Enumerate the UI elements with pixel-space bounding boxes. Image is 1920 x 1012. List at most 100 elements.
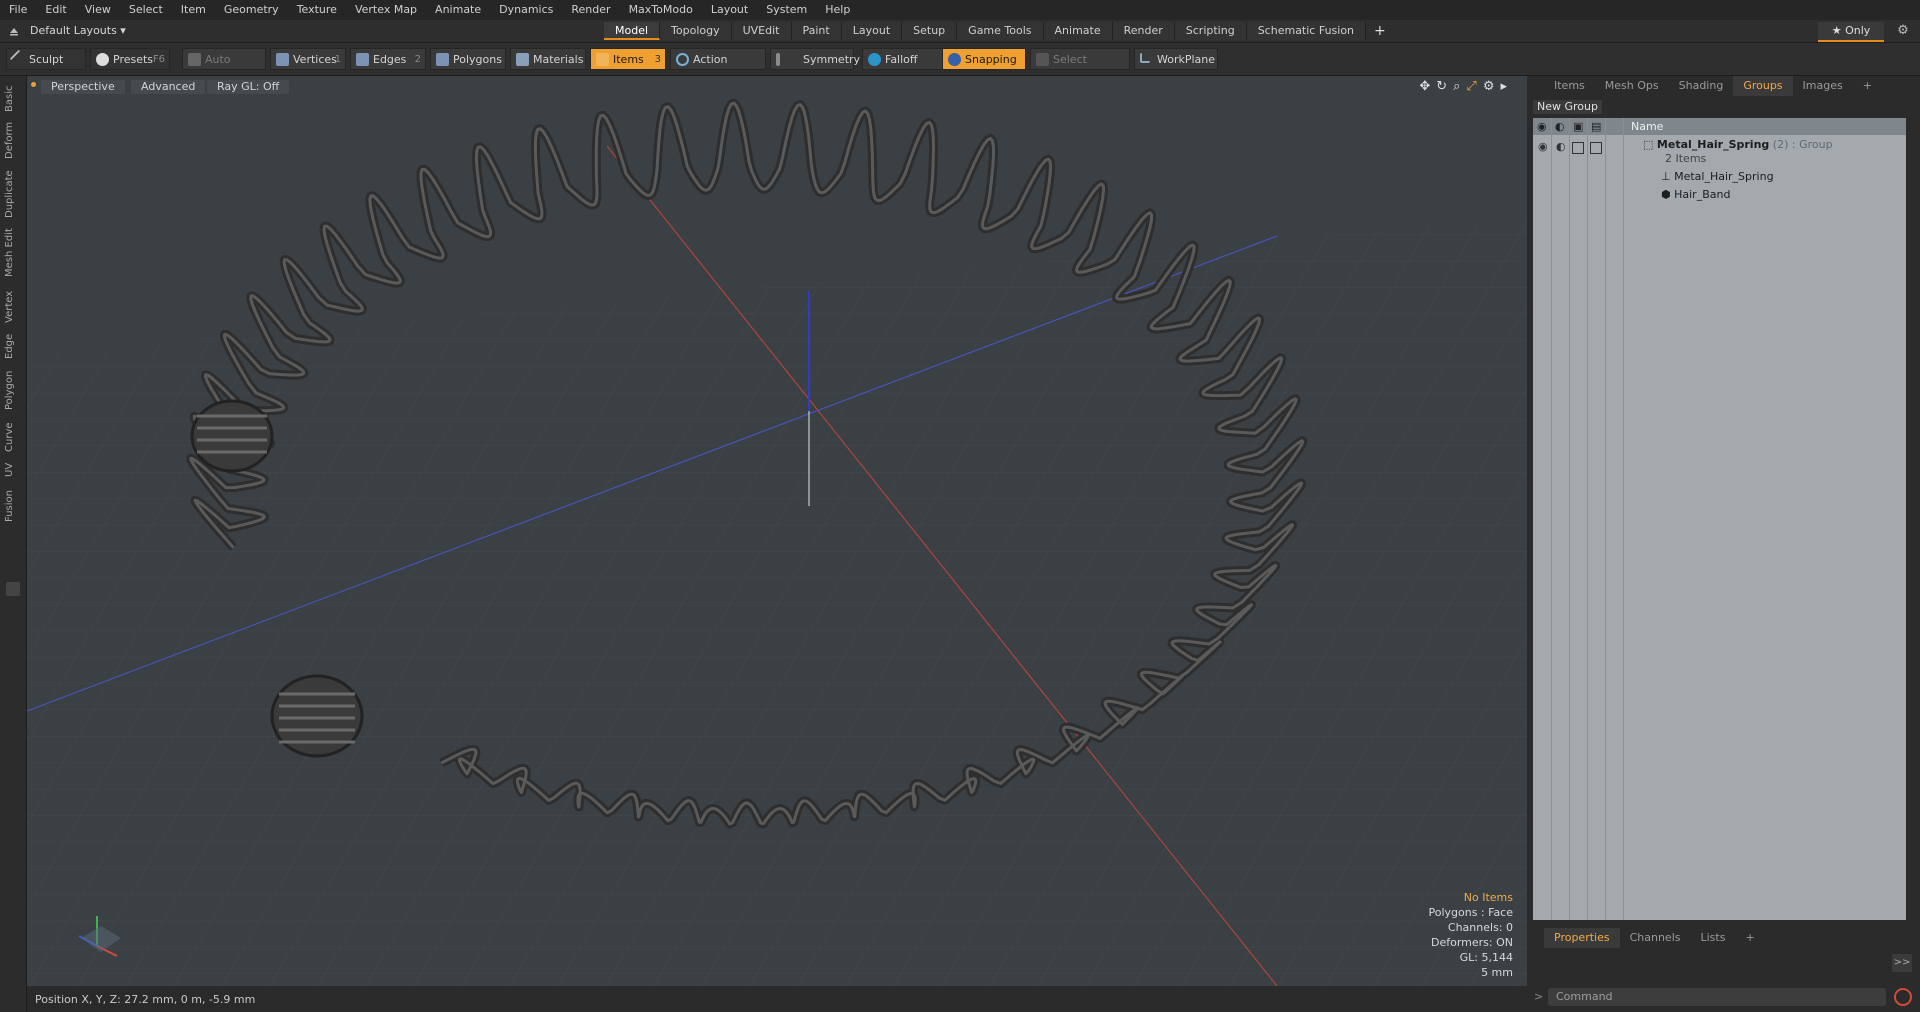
menu-layout[interactable]: Layout (702, 0, 757, 20)
rotate-view-icon[interactable]: ↻ (1436, 79, 1447, 94)
add-tab-button[interactable]: + (1366, 22, 1394, 40)
tab-game-tools[interactable]: Game Tools (957, 22, 1044, 40)
falloff-button[interactable]: Falloff (862, 48, 946, 70)
menu-vertex-map[interactable]: Vertex Map (346, 0, 426, 20)
only-button[interactable]: ★ Only (1818, 22, 1884, 42)
viewport-menu-dot[interactable] (31, 82, 36, 87)
tab-images[interactable]: Images (1793, 76, 1853, 96)
viewport-header: Perspective Advanced Ray GL: Off ✥ ↻ ⌕ ⤢… (27, 76, 1527, 98)
row-select-checkbox[interactable] (1590, 142, 1602, 154)
perspective-button[interactable]: Perspective (41, 80, 125, 94)
snapping-icon (948, 53, 961, 66)
menu-dynamics[interactable]: Dynamics (490, 0, 562, 20)
group-row[interactable]: ⬚ Metal_Hair_Spring (2) : Group (1643, 138, 1833, 151)
name-column-header[interactable]: Name (1631, 120, 1663, 133)
tab-model[interactable]: Model (604, 22, 661, 40)
menu-texture[interactable]: Texture (288, 0, 346, 20)
tab-uv[interactable]: UV (4, 460, 20, 480)
tab-shading[interactable]: Shading (1669, 76, 1734, 96)
child-name: Hair_Band (1674, 188, 1731, 201)
tab-polygon[interactable]: Polygon (4, 368, 20, 412)
expand-button[interactable]: >> (1892, 954, 1912, 972)
action-center-button[interactable]: Action Center (670, 48, 766, 88)
3d-viewport[interactable]: Perspective Advanced Ray GL: Off ✥ ↻ ⌕ ⤢… (27, 76, 1527, 986)
menu-view[interactable]: View (76, 0, 120, 20)
action-center-icon (676, 53, 689, 66)
menu-animate[interactable]: Animate (426, 0, 490, 20)
group-count: (2) (1772, 138, 1789, 151)
workplane-button[interactable]: WorkPlane (1134, 48, 1218, 70)
viewport-scene[interactable] (27, 76, 1527, 986)
move-view-icon[interactable]: ✥ (1419, 79, 1430, 94)
tab-mesh-edit[interactable]: Mesh Edit (4, 228, 20, 278)
materials-button[interactable]: Materials (510, 48, 586, 70)
row-lock-checkbox[interactable] (1572, 142, 1584, 154)
snapping-button[interactable]: Snapping (942, 48, 1026, 70)
gear-icon[interactable]: ⚙ (1894, 22, 1912, 40)
tab-groups[interactable]: Groups (1733, 76, 1793, 96)
new-group-button[interactable]: New Group (1533, 100, 1602, 114)
tab-uvedit[interactable]: UVEdit (731, 22, 792, 40)
tab-scripting[interactable]: Scripting (1174, 22, 1247, 40)
tab-basic[interactable]: Basic (4, 84, 20, 114)
menu-help[interactable]: Help (816, 0, 859, 20)
tab-vertex[interactable]: Vertex (4, 290, 20, 324)
strip-toggle-button[interactable] (6, 582, 20, 596)
tab-layout[interactable]: Layout (841, 22, 903, 40)
tab-mesh-ops[interactable]: Mesh Ops (1595, 76, 1669, 96)
add-panel-tab-button[interactable]: + (1853, 76, 1882, 96)
menu-geometry[interactable]: Geometry (215, 0, 288, 20)
sculpt-button[interactable]: Sculpt (6, 48, 86, 70)
tab-animate[interactable]: Animate (1043, 22, 1113, 40)
edges-button[interactable]: Edges 2 (350, 48, 426, 70)
tab-properties[interactable]: Properties (1544, 928, 1620, 948)
layout-arrow-icon[interactable] (8, 25, 20, 37)
tab-lists[interactable]: Lists (1691, 928, 1736, 948)
tab-render[interactable]: Render (1112, 22, 1175, 40)
items-button[interactable]: Items 3 (590, 48, 666, 70)
tab-setup[interactable]: Setup (902, 22, 958, 40)
auto-select-icon (188, 53, 201, 66)
viewport-more-icon[interactable]: ▸ (1500, 79, 1507, 94)
tab-schematic-fusion[interactable]: Schematic Fusion (1246, 22, 1367, 40)
zoom-view-icon[interactable]: ⌕ (1453, 79, 1460, 94)
raygl-button[interactable]: Ray GL: Off (207, 80, 290, 94)
presets-icon (96, 53, 109, 66)
auto-select-button[interactable]: Auto Select (182, 48, 266, 88)
command-input[interactable]: Command (1548, 988, 1886, 1006)
child-name: Metal_Hair_Spring (1674, 170, 1774, 183)
tab-duplicate[interactable]: Duplicate (4, 170, 20, 218)
menu-maxtomodo[interactable]: MaxToModo (620, 0, 702, 20)
menu-system[interactable]: System (757, 0, 816, 20)
add-bottom-tab-button[interactable]: + (1735, 928, 1764, 948)
viewport-settings-icon[interactable]: ⚙ (1483, 79, 1495, 94)
tab-topology[interactable]: Topology (660, 22, 732, 40)
tab-deform[interactable]: Deform (4, 120, 20, 160)
row-visibility-icon[interactable]: ◉ (1538, 140, 1548, 153)
menu-file[interactable]: File (0, 0, 36, 20)
menu-select[interactable]: Select (120, 0, 172, 20)
polygons-button[interactable]: Polygons (430, 48, 506, 70)
vertices-button[interactable]: Vertices 1 (270, 48, 346, 70)
group-child-row[interactable]: ⊥ Metal_Hair_Spring (1661, 170, 1774, 183)
tab-fusion[interactable]: Fusion (4, 488, 20, 524)
tab-curve[interactable]: Curve (4, 422, 20, 452)
group-child-row[interactable]: ⬢ Hair_Band (1661, 188, 1730, 201)
symmetry-button[interactable]: Symmetry (770, 48, 860, 70)
no-items-label: No Items (1463, 891, 1513, 904)
tab-items[interactable]: Items (1544, 76, 1595, 96)
tab-paint[interactable]: Paint (791, 22, 842, 40)
advanced-button[interactable]: Advanced (131, 80, 206, 94)
row-render-icon[interactable]: ◐ (1556, 140, 1566, 153)
select-through-button[interactable]: Select Through (1030, 48, 1130, 88)
tab-edge[interactable]: Edge (4, 332, 20, 360)
maximize-view-icon[interactable]: ⤢ (1466, 79, 1476, 94)
record-icon[interactable] (1894, 988, 1912, 1006)
edges-icon (356, 53, 369, 66)
tab-channels[interactable]: Channels (1620, 928, 1691, 948)
layout-dropdown[interactable]: Default Layouts ▾ (30, 23, 126, 39)
presets-button[interactable]: Presets F6 (90, 48, 170, 70)
menu-edit[interactable]: Edit (36, 0, 75, 20)
menu-item[interactable]: Item (172, 0, 215, 20)
menu-render[interactable]: Render (562, 0, 619, 20)
